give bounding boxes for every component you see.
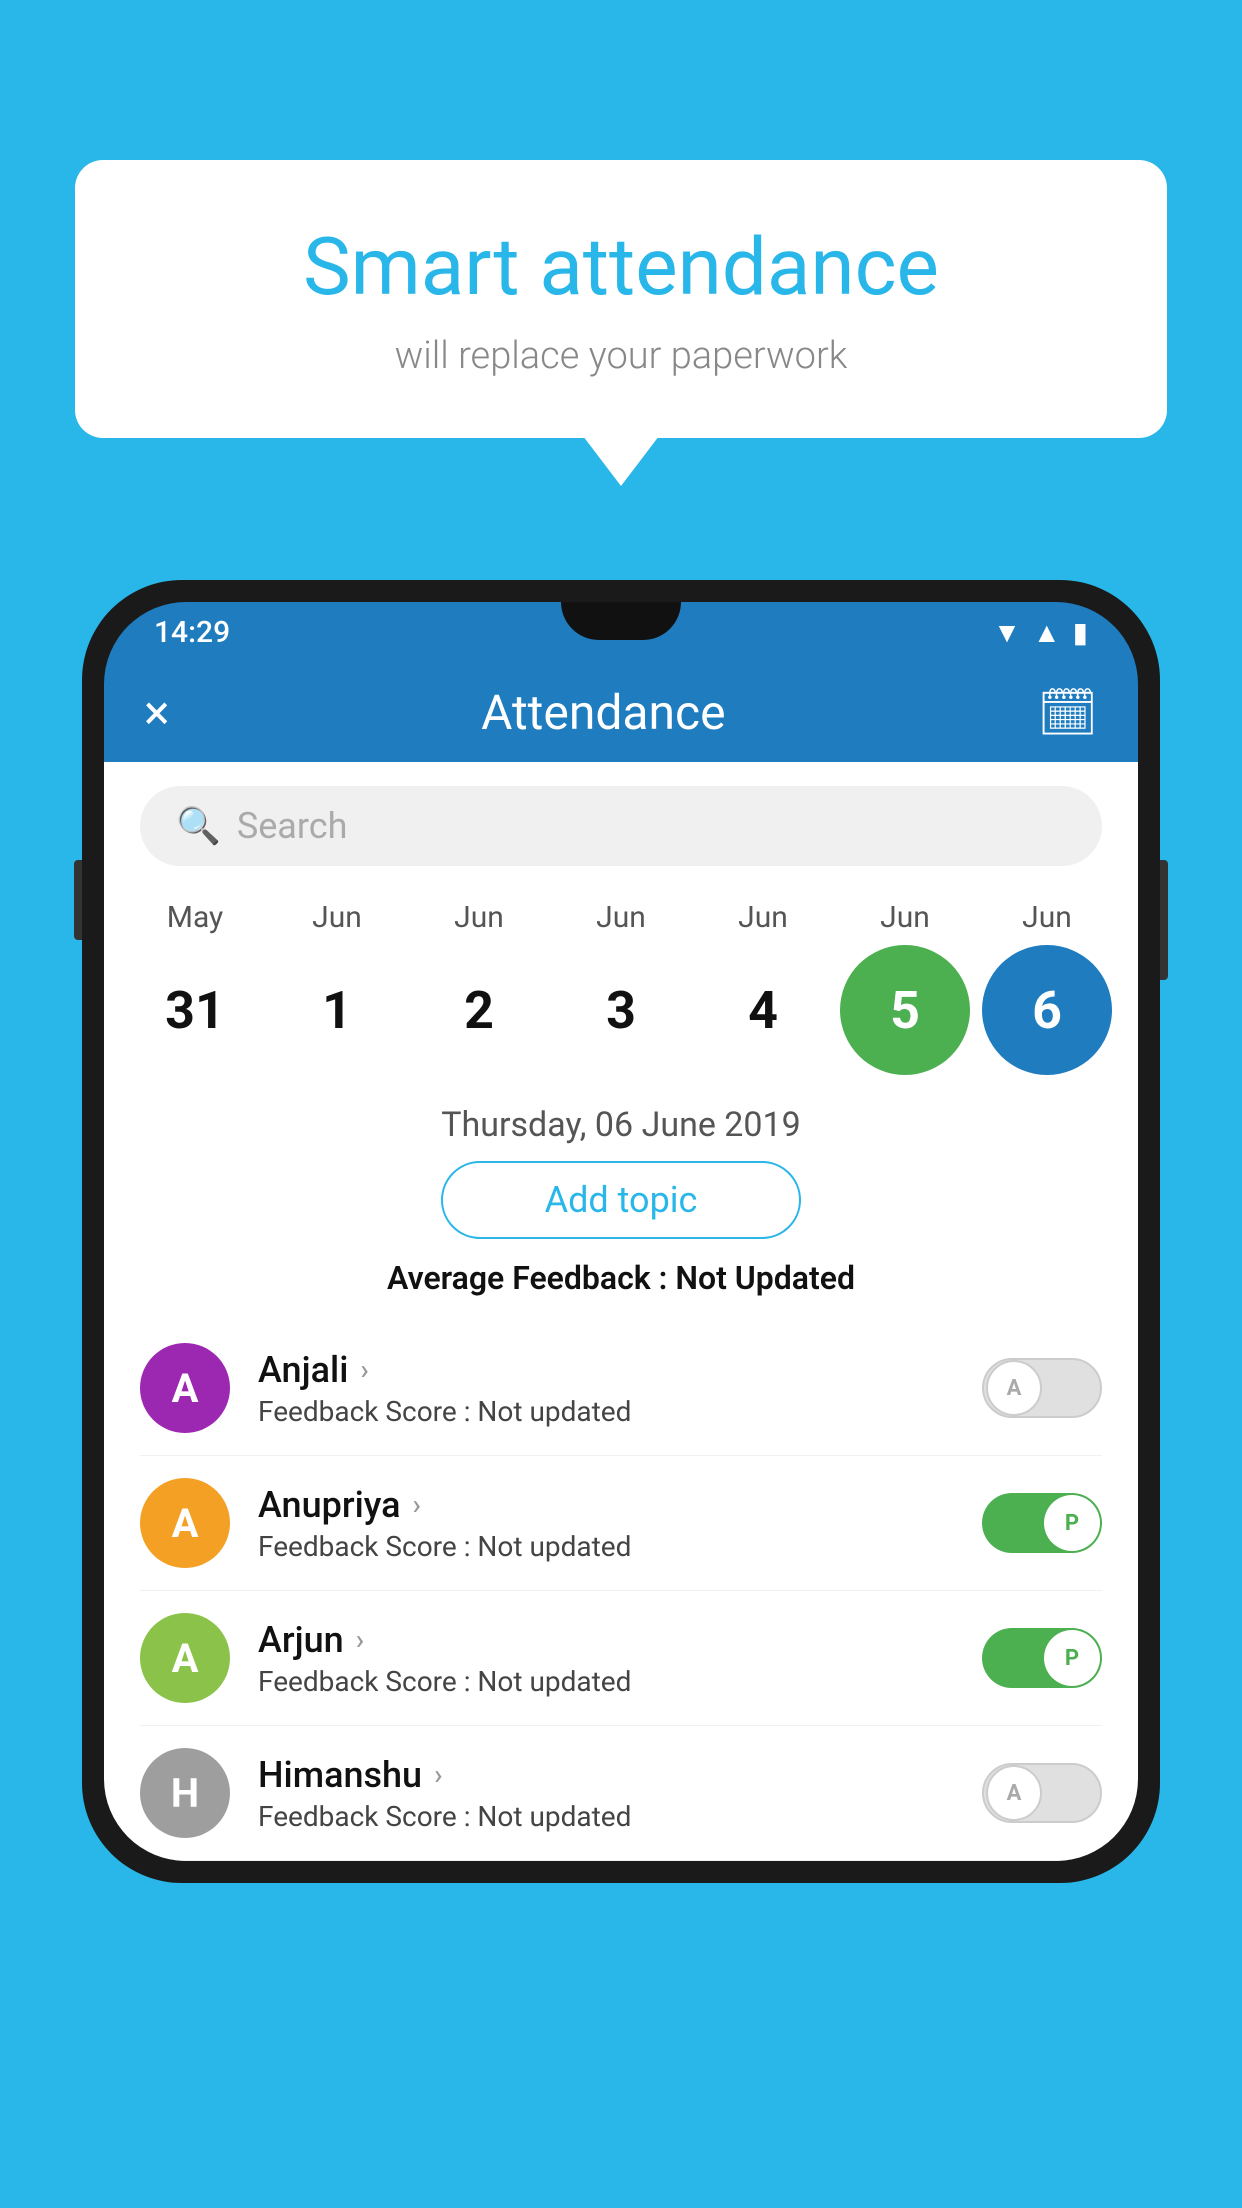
student-feedback-arjun: Feedback Score : Not updated: [258, 1665, 954, 1698]
date-1[interactable]: 1: [272, 945, 402, 1075]
date-4[interactable]: 4: [698, 945, 828, 1075]
wifi-icon: ▼: [993, 616, 1021, 649]
attendance-toggle-himanshu[interactable]: A: [982, 1763, 1102, 1823]
toggle-knob-arjun: P: [1044, 1630, 1100, 1686]
student-feedback-anjali: Feedback Score : Not updated: [258, 1395, 954, 1428]
month-may: May: [130, 900, 260, 935]
phone-screen: 🔍 Search May Jun Jun Jun Jun Jun Jun: [104, 762, 1138, 1861]
phone-container: 14:29 ▼ ▲ ▮ × Attendance 🗓: [82, 580, 1160, 1883]
student-info-arjun: Arjun › Feedback Score : Not updated: [258, 1619, 954, 1698]
student-info-anjali: Anjali › Feedback Score : Not updated: [258, 1349, 954, 1428]
add-topic-button[interactable]: Add topic: [441, 1161, 801, 1239]
date-6-selected[interactable]: 6: [982, 945, 1112, 1075]
student-item-arjun: A Arjun › Feedback Score : Not updated: [140, 1591, 1102, 1726]
speech-bubble-subtitle: will replace your paperwork: [155, 334, 1087, 378]
battery-icon: ▮: [1073, 616, 1088, 649]
chevron-icon: ›: [413, 1488, 421, 1521]
search-placeholder: Search: [237, 805, 348, 847]
student-list: A Anjali › Feedback Score : Not updated: [104, 1321, 1138, 1861]
toggle-knob-anjali: A: [986, 1360, 1042, 1416]
student-name-himanshu[interactable]: Himanshu ›: [258, 1754, 954, 1796]
toggle-knob-himanshu: A: [986, 1765, 1042, 1821]
student-item-himanshu: H Himanshu › Feedback Score : Not update…: [140, 1726, 1102, 1861]
avatar-himanshu: H: [140, 1748, 230, 1838]
month-jun-4: Jun: [698, 900, 828, 935]
phone-notch: [561, 602, 681, 640]
date-31[interactable]: 31: [130, 945, 260, 1075]
search-bar[interactable]: 🔍 Search: [140, 786, 1102, 866]
month-jun-6: Jun: [982, 900, 1112, 935]
selected-date-text: Thursday, 06 June 2019: [104, 1095, 1138, 1161]
feedback-avg: Average Feedback : Not Updated: [104, 1259, 1138, 1297]
date-2[interactable]: 2: [414, 945, 544, 1075]
month-jun-1: Jun: [272, 900, 402, 935]
avatar-anupriya: A: [140, 1478, 230, 1568]
month-jun-2: Jun: [414, 900, 544, 935]
date-3[interactable]: 3: [556, 945, 686, 1075]
student-item-anupriya: A Anupriya › Feedback Score : Not update…: [140, 1456, 1102, 1591]
phone-side-power-button: [1160, 860, 1168, 980]
chevron-icon: ›: [360, 1353, 368, 1386]
student-info-anupriya: Anupriya › Feedback Score : Not updated: [258, 1484, 954, 1563]
toggle-anupriya[interactable]: P: [982, 1493, 1102, 1553]
app-title: Attendance: [170, 684, 1037, 741]
student-feedback-himanshu: Feedback Score : Not updated: [258, 1800, 954, 1833]
calendar-section: May Jun Jun Jun Jun Jun Jun 31 1 2: [104, 890, 1138, 1095]
feedback-avg-label: Average Feedback :: [387, 1259, 675, 1297]
signal-icon: ▲: [1033, 616, 1061, 649]
avatar-arjun: A: [140, 1613, 230, 1703]
toggle-arjun[interactable]: P: [982, 1628, 1102, 1688]
phone-outer: 14:29 ▼ ▲ ▮ × Attendance 🗓: [82, 580, 1160, 1883]
toggle-himanshu[interactable]: A: [982, 1763, 1102, 1823]
date-row: 31 1 2 3 4 5 6: [124, 937, 1118, 1095]
student-info-himanshu: Himanshu › Feedback Score : Not updated: [258, 1754, 954, 1833]
student-item-anjali: A Anjali › Feedback Score : Not updated: [140, 1321, 1102, 1456]
close-icon[interactable]: ×: [144, 684, 170, 741]
phone-inner: 14:29 ▼ ▲ ▮ × Attendance 🗓: [104, 602, 1138, 1861]
calendar-icon[interactable]: 🗓: [1037, 684, 1098, 741]
app-header: × Attendance 🗓: [104, 662, 1138, 762]
date-5-today[interactable]: 5: [840, 945, 970, 1075]
toggle-knob-anupriya: P: [1044, 1495, 1100, 1551]
feedback-avg-value: Not Updated: [675, 1259, 855, 1297]
student-name-arjun[interactable]: Arjun ›: [258, 1619, 954, 1661]
speech-bubble-container: Smart attendance will replace your paper…: [75, 160, 1167, 438]
student-feedback-anupriya: Feedback Score : Not updated: [258, 1530, 954, 1563]
phone-wrapper: 14:29 ▼ ▲ ▮ × Attendance 🗓: [82, 580, 1160, 1883]
chevron-icon: ›: [356, 1623, 364, 1656]
status-bar: 14:29 ▼ ▲ ▮: [104, 602, 1138, 662]
search-icon: 🔍: [176, 805, 221, 847]
attendance-toggle-anupriya[interactable]: P: [982, 1493, 1102, 1553]
status-time: 14:29: [154, 615, 230, 650]
speech-bubble-title: Smart attendance: [155, 220, 1087, 314]
month-jun-5: Jun: [840, 900, 970, 935]
chevron-icon: ›: [434, 1758, 442, 1791]
student-name-anjali[interactable]: Anjali ›: [258, 1349, 954, 1391]
attendance-toggle-arjun[interactable]: P: [982, 1628, 1102, 1688]
phone-side-volume-button: [74, 860, 82, 940]
speech-bubble: Smart attendance will replace your paper…: [75, 160, 1167, 438]
student-name-anupriya[interactable]: Anupriya ›: [258, 1484, 954, 1526]
toggle-anjali[interactable]: A: [982, 1358, 1102, 1418]
avatar-anjali: A: [140, 1343, 230, 1433]
status-icons: ▼ ▲ ▮: [993, 616, 1088, 649]
month-row: May Jun Jun Jun Jun Jun Jun: [124, 890, 1118, 937]
month-jun-3: Jun: [556, 900, 686, 935]
attendance-toggle-anjali[interactable]: A: [982, 1358, 1102, 1418]
